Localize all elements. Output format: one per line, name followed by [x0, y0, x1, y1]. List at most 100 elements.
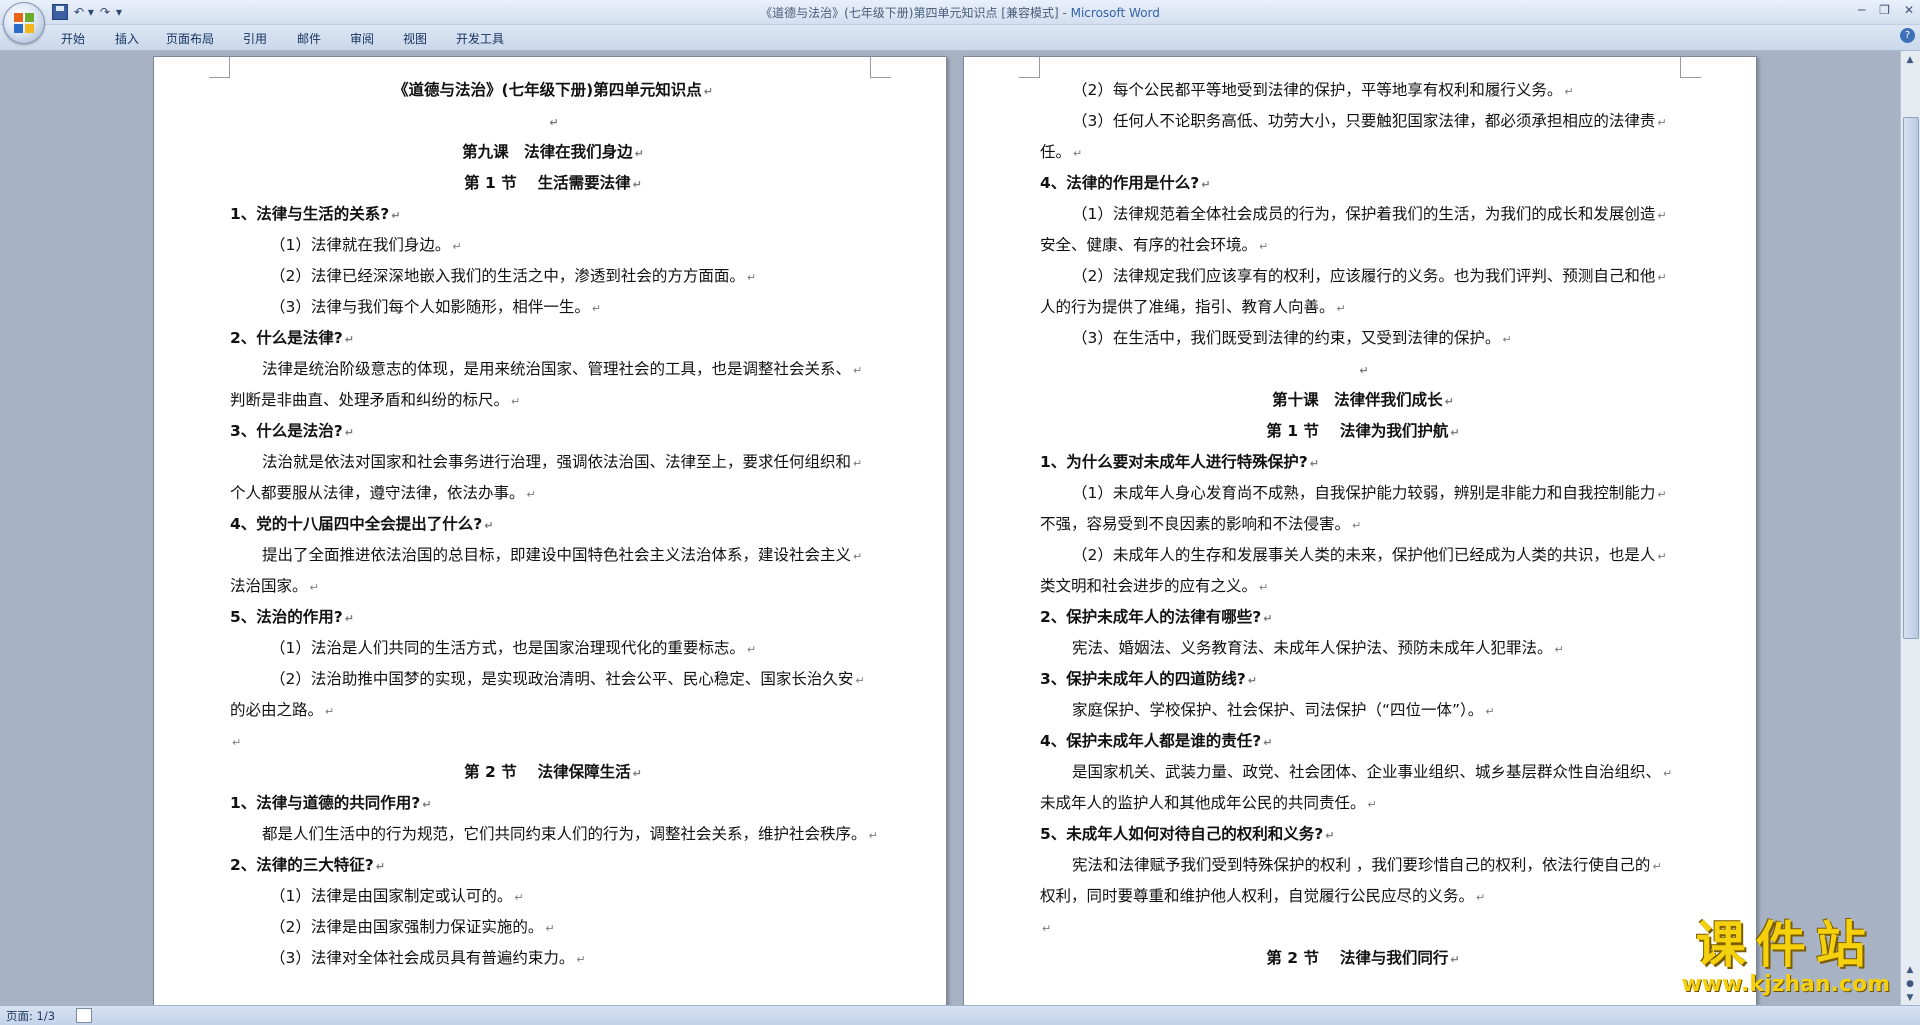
paragraph-mark-icon: ↵: [1259, 581, 1269, 594]
paragraph-mark-icon: ↵: [545, 922, 555, 935]
line-text: 3、什么是法治?: [230, 422, 343, 440]
paragraph-line: 第十课 法律伴我们成长 ↵: [1040, 385, 1686, 416]
paragraph-line: 2、法律的三大特征? ↵: [230, 850, 876, 881]
scroll-thumb[interactable]: [1903, 117, 1919, 639]
tab-insert[interactable]: 插入: [115, 30, 139, 47]
status-bar: 页面: 1/3: [0, 1005, 1920, 1025]
document-title: 《道德与法治》(七年级下册)第四单元知识点 [兼容模式] -: [760, 6, 1071, 20]
line-text: 第 2 节 法律保障生活: [464, 763, 631, 781]
paragraph-line: ↵: [230, 726, 876, 757]
line-text: 1、为什么要对未成年人进行特殊保护?: [1040, 453, 1308, 471]
watermark-title: 课件站: [1695, 916, 1876, 974]
tab-view[interactable]: 视图: [403, 30, 427, 47]
line-text: 1、法律与生活的关系?: [230, 205, 390, 223]
paragraph-mark-icon: ↵: [1663, 767, 1673, 780]
paragraph-mark-icon: ↵: [1263, 612, 1273, 625]
paragraph-line: （2）法律规定我们应该享有的权利，应该履行的义务。也为我们评判、预测自己和他 ↵: [1040, 261, 1686, 292]
vertical-scrollbar[interactable]: ▲ ▲ ● ▼: [1900, 51, 1920, 1006]
paragraph-mark-icon: ↵: [484, 519, 494, 532]
margin-corner-mark: [209, 57, 230, 78]
paragraph-line: 提出了全面推进依法治国的总目标，即建设中国特色社会主义法治体系，建设社会主义 ↵: [230, 540, 876, 571]
paragraph-mark-icon: ↵: [549, 116, 559, 129]
window-controls: ─ ❐ ✕: [1858, 3, 1914, 17]
help-icon[interactable]: ?: [1900, 28, 1915, 43]
paragraph-mark-icon: ↵: [1359, 364, 1369, 377]
tab-mailings[interactable]: 邮件: [297, 30, 321, 47]
paragraph-mark-icon: ↵: [1564, 85, 1574, 98]
paragraph-mark-icon: ↵: [1657, 209, 1667, 222]
tab-references[interactable]: 引用: [243, 30, 267, 47]
line-text: 2、保护未成年人的法律有哪些?: [1040, 608, 1262, 626]
paragraph-mark-icon: ↵: [1263, 736, 1273, 749]
paragraph-line: （1）法律就在我们身边。 ↵: [230, 230, 876, 261]
line-text: 第 1 节 法律为我们护航: [1266, 422, 1449, 440]
page-indicator[interactable]: 页面: 1/3: [6, 1008, 55, 1024]
paragraph-mark-icon: ↵: [703, 85, 713, 98]
paragraph-mark-icon: ↵: [632, 767, 642, 780]
paragraph-mark-icon: ↵: [868, 829, 876, 842]
page-1-text[interactable]: 《道德与法治》(七年级下册)第四单元知识点 ↵ ↵ 第九课 法律在我们身边 ↵ 第 1 节…: [230, 75, 876, 974]
prev-page-icon[interactable]: ▲: [1904, 964, 1916, 976]
line-text: 宪法和法律赋予我们受到特殊保护的权利 ，我们要珍惜自己的权利，依法行使自己的: [1072, 856, 1651, 874]
scroll-up-icon[interactable]: ▲: [1904, 54, 1916, 66]
paragraph-line: （1）未成年人身心发育尚不成熟，自我保护能力较弱，辨别是非能力和自我控制能力 ↵: [1040, 478, 1686, 509]
paragraph-mark-icon: ↵: [1485, 705, 1495, 718]
line-text: 第 1 节 生活需要法律: [464, 174, 631, 192]
paragraph-line: （1）法律规范着全体社会成员的行为，保护着我们的生活，为我们的成长和发展创造 ↵: [1040, 199, 1686, 230]
paragraph-line: 4、法律的作用是什么? ↵: [1040, 168, 1686, 199]
paragraph-line: 未成年人的监护人和其他成年公民的共同责任。 ↵: [1040, 788, 1686, 819]
line-text: 第九课 法律在我们身边: [462, 143, 633, 161]
line-text: 家庭保护、学校保护、社会保护、司法保护（“四位一体”）。: [1072, 701, 1484, 719]
paragraph-line: 2、保护未成年人的法律有哪些? ↵: [1040, 602, 1686, 633]
paragraph-line: 的必由之路。 ↵: [230, 695, 876, 726]
line-text: 任。: [1040, 143, 1072, 161]
paragraph-line: （3）法律对全体社会成员具有普遍约束力。 ↵: [230, 943, 876, 974]
office-button[interactable]: [3, 2, 45, 44]
paragraph-mark-icon: ↵: [452, 240, 462, 253]
line-text: 宪法、婚姻法、义务教育法、未成年人保护法、预防未成年人犯罪法。: [1072, 639, 1553, 657]
line-text: 2、什么是法律?: [230, 329, 343, 347]
paragraph-mark-icon: ↵: [309, 581, 319, 594]
paragraph-mark-icon: ↵: [375, 860, 385, 873]
paragraph-line: 任。 ↵: [1040, 137, 1686, 168]
paragraph-mark-icon: ↵: [1657, 271, 1667, 284]
line-text: 是国家机关、武装力量、政党、社会团体、企业事业组织、城乡基层群众性自治组织、: [1072, 763, 1662, 781]
paragraph-line: 3、保护未成年人的四道防线? ↵: [1040, 664, 1686, 695]
line-text: 第十课 法律伴我们成长: [1272, 391, 1443, 409]
paragraph-line: 安全、健康、有序的社会环境。 ↵: [1040, 230, 1686, 261]
document-page-1: 《道德与法治》(七年级下册)第四单元知识点 ↵ ↵ 第九课 法律在我们身边 ↵ 第 1 节…: [153, 56, 947, 1006]
tab-review[interactable]: 审阅: [350, 30, 374, 47]
app-name: Microsoft Word: [1070, 6, 1160, 20]
watermark-url: www.kjzhan.com: [1681, 972, 1890, 997]
line-text: 类文明和社会进步的应有之义。: [1040, 577, 1258, 595]
paragraph-mark-icon: ↵: [1652, 860, 1662, 873]
paragraph-line: ↵: [230, 106, 876, 137]
proofing-icon[interactable]: [76, 1008, 92, 1023]
line-text: 判断是非曲直、处理矛盾和纠纷的标尺。: [230, 391, 510, 409]
tab-developer[interactable]: 开发工具: [456, 30, 504, 47]
tab-home[interactable]: 开始: [61, 30, 85, 47]
line-text: 提出了全面推进依法治国的总目标，即建设中国特色社会主义法治体系，建设社会主义: [262, 546, 852, 564]
line-text: 4、保护未成年人都是谁的责任?: [1040, 732, 1262, 750]
tab-page-layout[interactable]: 页面布局: [166, 30, 214, 47]
select-browse-object-icon[interactable]: ●: [1904, 978, 1916, 990]
paragraph-line: （3）法律与我们每个人如影随形，相伴一生。 ↵: [230, 292, 876, 323]
minimize-icon[interactable]: ─: [1858, 3, 1865, 17]
next-page-icon[interactable]: ▼: [1904, 992, 1916, 1004]
maximize-icon[interactable]: ❐: [1879, 3, 1890, 17]
line-text: 4、法律的作用是什么?: [1040, 174, 1200, 192]
line-text: （1）法律就在我们身边。: [270, 236, 451, 254]
paragraph-mark-icon: ↵: [1476, 891, 1486, 904]
line-text: 人的行为提供了准绳，指引、教育人向善。: [1040, 298, 1335, 316]
close-icon[interactable]: ✕: [1904, 3, 1914, 17]
paragraph-mark-icon: ↵: [526, 488, 536, 501]
paragraph-mark-icon: ↵: [391, 209, 401, 222]
paragraph-line: 1、为什么要对未成年人进行特殊保护? ↵: [1040, 447, 1686, 478]
paragraph-mark-icon: ↵: [1247, 674, 1257, 687]
line-text: （1）法律是由国家制定或认可的。: [270, 887, 513, 905]
line-text: 5、法治的作用?: [230, 608, 343, 626]
ribbon-tabs: 开始 插入 页面布局 引用 邮件 审阅 视图 开发工具: [0, 25, 1920, 51]
site-watermark: 课件站 www.kjzhan.com: [1681, 918, 1890, 997]
page-2-text[interactable]: （2）每个公民都平等地受到法律的保护，平等地享有权利和履行义务。 ↵ （3）任何人不…: [1040, 75, 1686, 974]
paragraph-mark-icon: ↵: [853, 550, 863, 563]
